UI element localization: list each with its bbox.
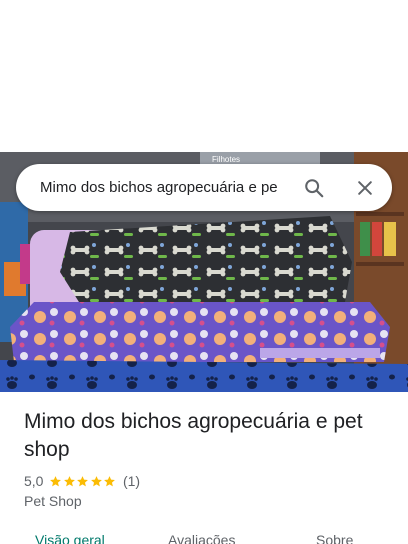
star-icon [91, 475, 102, 486]
rating-row[interactable]: 5,0 (1) [24, 472, 140, 490]
search-bar[interactable]: Mimo dos bichos agropecuária e pe [16, 164, 392, 211]
close-button[interactable] [349, 172, 381, 204]
place-category[interactable]: Pet Shop [24, 493, 82, 509]
star-icon [77, 475, 89, 486]
star-icon [50, 475, 62, 486]
search-icon [305, 179, 324, 198]
star-icon [64, 475, 75, 486]
search-button[interactable] [298, 172, 330, 204]
store-sign: Filhotes [212, 155, 240, 164]
star-rating [49, 475, 117, 488]
tab-overview[interactable]: Visão geral [35, 532, 105, 544]
place-title: Mimo dos bichos agropecuária e pet shop [24, 410, 363, 461]
review-count[interactable]: (1) [123, 473, 140, 489]
blank-area [0, 0, 408, 152]
rating-score: 5,0 [24, 473, 44, 489]
star-icon [104, 475, 116, 486]
tab-about[interactable]: Sobre [316, 532, 353, 544]
place-tabs: Visão geral Avaliações Sobre [0, 530, 408, 544]
close-icon [358, 181, 372, 195]
search-input[interactable]: Mimo dos bichos agropecuária e pe [40, 164, 304, 211]
tab-reviews[interactable]: Avaliações [168, 532, 235, 544]
place-info-panel: Mimo dos bichos agropecuária e pet shop … [0, 392, 408, 544]
